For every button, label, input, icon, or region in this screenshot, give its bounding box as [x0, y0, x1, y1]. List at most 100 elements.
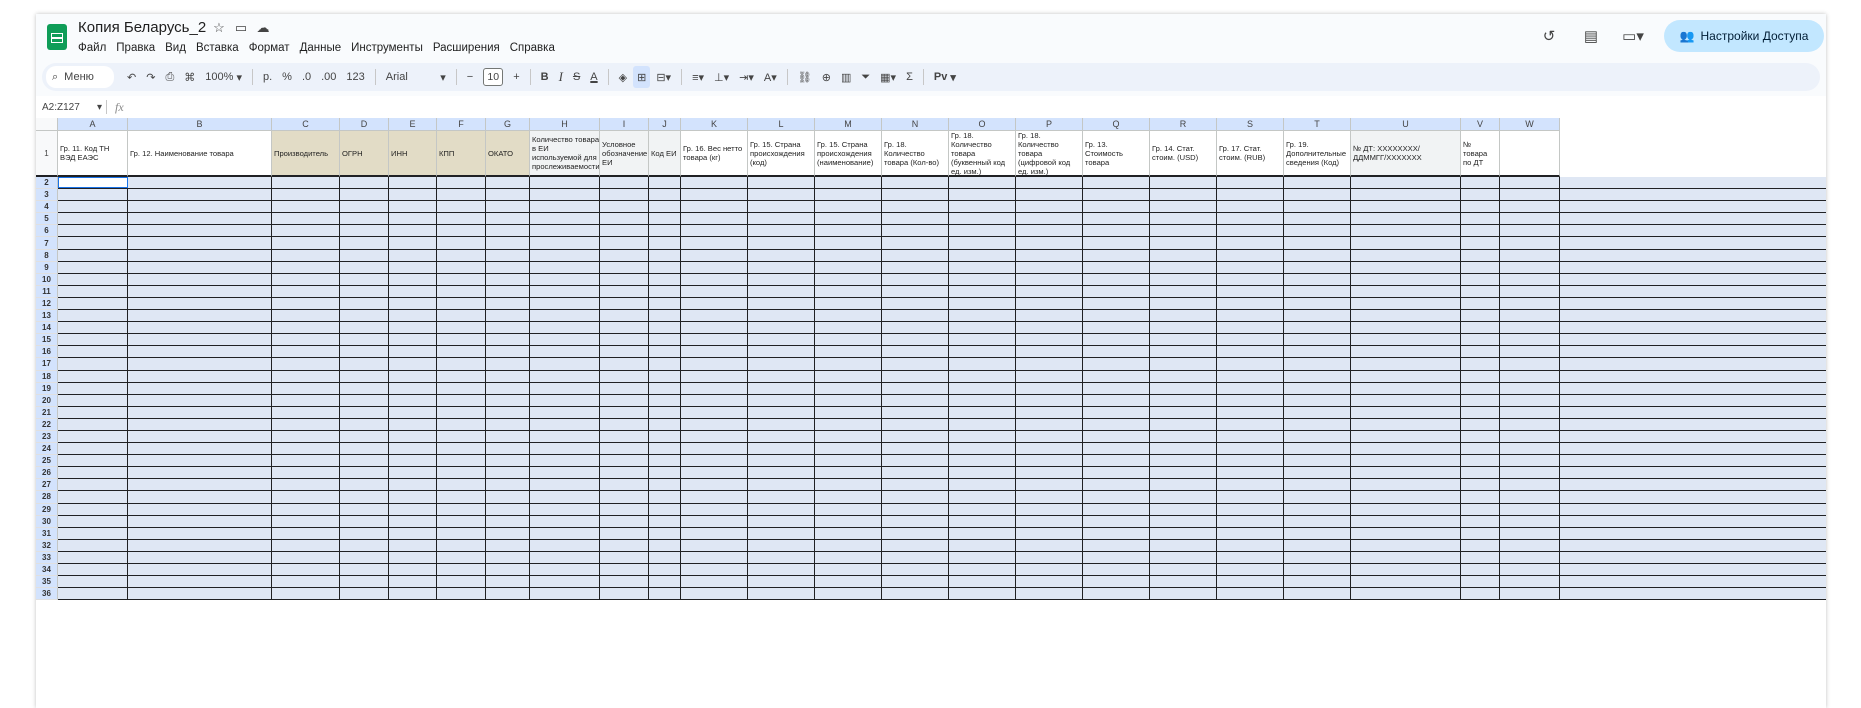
row-cells[interactable] [58, 564, 1826, 577]
vertical-align-icon[interactable]: ⊥▾ [710, 66, 733, 88]
row-cells[interactable] [58, 539, 1826, 552]
row-number[interactable]: 14 [36, 322, 58, 335]
fill-color-icon[interactable]: ◈ [615, 66, 631, 88]
header-cell-v[interactable]: № товара по ДТ [1461, 131, 1500, 177]
column-header-q[interactable]: Q [1083, 118, 1150, 131]
row-cells[interactable] [58, 358, 1826, 371]
column-header-g[interactable]: G [486, 118, 530, 131]
column-header-i[interactable]: I [600, 118, 649, 131]
row-cells[interactable] [58, 394, 1826, 407]
row-number[interactable]: 26 [36, 467, 58, 480]
row-cells[interactable] [58, 443, 1826, 456]
row-number[interactable]: 7 [36, 237, 58, 250]
column-header-w[interactable]: W [1500, 118, 1560, 131]
column-header-e[interactable]: E [389, 118, 437, 131]
menu-help[interactable]: Справка [510, 42, 555, 54]
row-cells[interactable] [58, 418, 1826, 431]
functions-icon[interactable]: Σ [902, 66, 917, 88]
currency-format-button[interactable]: р. [259, 66, 276, 88]
row-cells[interactable] [58, 189, 1826, 202]
row-cells[interactable] [58, 225, 1826, 238]
row-number[interactable]: 12 [36, 297, 58, 311]
row-number[interactable]: 24 [36, 443, 58, 456]
menu-format[interactable]: Формат [249, 42, 290, 54]
column-header-h[interactable]: H [530, 118, 600, 131]
merge-cells-icon[interactable]: ⊟▾ [652, 66, 675, 88]
header-cell-p[interactable]: Гр. 18. Количество товара (цифровой код … [1016, 131, 1083, 177]
menu-extensions[interactable]: Расширения [433, 42, 500, 54]
column-header-n[interactable]: N [882, 118, 949, 131]
row-number[interactable]: 32 [36, 539, 58, 552]
column-header-r[interactable]: R [1150, 118, 1217, 131]
header-cell-l[interactable]: Гр. 15. Страна происхождения (код) [748, 131, 815, 177]
column-header-o[interactable]: O [949, 118, 1016, 131]
row-number[interactable]: 10 [36, 273, 58, 286]
column-header-t[interactable]: T [1284, 118, 1351, 131]
row-cells[interactable] [58, 201, 1826, 214]
active-cell[interactable] [58, 177, 128, 189]
document-title[interactable]: Копия Беларусь_2 [78, 19, 206, 36]
menu-insert[interactable]: Вставка [196, 42, 239, 54]
header-cell-s[interactable]: Гр. 17. Стат. стоим. (RUB) [1217, 131, 1284, 177]
menu-search-button[interactable]: ⌕ Меню [46, 66, 114, 88]
column-header-v[interactable]: V [1461, 118, 1500, 131]
row-number[interactable]: 29 [36, 503, 58, 516]
row-number[interactable]: 28 [36, 491, 58, 504]
row-number[interactable]: 16 [36, 346, 58, 359]
row-number[interactable]: 22 [36, 418, 58, 431]
redo-icon[interactable]: ↷ [142, 66, 159, 88]
percent-format-button[interactable]: % [278, 66, 296, 88]
column-header-c[interactable]: C [272, 118, 340, 131]
select-all-corner[interactable] [36, 118, 58, 131]
row-cells[interactable] [58, 297, 1826, 311]
row-number[interactable]: 1 [36, 131, 58, 177]
borders-icon[interactable]: ⊞ [633, 66, 651, 88]
row-cells[interactable] [58, 491, 1826, 504]
header-cell-r[interactable]: Гр. 14. Стат. стоим. (USD) [1150, 131, 1217, 177]
column-header-m[interactable]: M [815, 118, 882, 131]
column-header-d[interactable]: D [340, 118, 389, 131]
menu-tools[interactable]: Инструменты [351, 42, 423, 54]
row-number[interactable]: 5 [36, 213, 58, 226]
row-cells[interactable] [58, 576, 1826, 589]
comments-icon[interactable]: ▤ [1580, 25, 1602, 47]
header-cell-q[interactable]: Гр. 13. Стоимость товара [1083, 131, 1150, 177]
menu-file[interactable]: Файл [78, 42, 106, 54]
name-box[interactable]: A2:Z127 ▾ [36, 102, 102, 113]
row-cells[interactable] [58, 177, 1826, 190]
row-cells[interactable] [58, 467, 1826, 480]
undo-icon[interactable]: ↶ [123, 66, 140, 88]
row-number[interactable]: 6 [36, 225, 58, 238]
row-number[interactable]: 25 [36, 455, 58, 468]
row-number[interactable]: 13 [36, 310, 58, 323]
row-number[interactable]: 18 [36, 370, 58, 383]
filter-views-icon[interactable]: ▦▾ [876, 66, 900, 88]
font-size-decrease-button[interactable]: − [463, 66, 477, 88]
row-cells[interactable] [58, 503, 1826, 516]
row-number[interactable]: 4 [36, 201, 58, 214]
column-header-j[interactable]: J [649, 118, 681, 131]
column-header-f[interactable]: F [437, 118, 486, 131]
row-number[interactable]: 30 [36, 515, 58, 528]
star-icon[interactable]: ☆ [212, 20, 226, 36]
row-cells[interactable] [58, 370, 1826, 383]
filter-icon[interactable]: ⏷ [857, 66, 874, 88]
header-cell-c[interactable]: Производитель [272, 131, 340, 177]
header-cell-w[interactable] [1500, 131, 1560, 177]
header-cell-a[interactable]: Гр. 11. Код ТН ВЭД ЕАЭС [58, 131, 128, 177]
row-cells[interactable] [58, 213, 1826, 226]
print-icon[interactable]: ⎙ [161, 66, 178, 88]
header-cell-t[interactable]: Гр. 19. Дополнительные сведения (Код) [1284, 131, 1351, 177]
cloud-status-icon[interactable]: ☁ [256, 20, 270, 36]
header-cell-j[interactable]: Код ЕИ [649, 131, 681, 177]
row-cells[interactable] [58, 237, 1826, 250]
row-cells[interactable] [58, 261, 1826, 274]
zoom-select[interactable]: 100% ▾ [201, 66, 246, 88]
history-icon[interactable]: ↺ [1538, 25, 1560, 47]
row-cells[interactable] [58, 273, 1826, 286]
row-cells[interactable] [58, 551, 1826, 564]
row-number[interactable]: 3 [36, 189, 58, 202]
row-number[interactable]: 20 [36, 394, 58, 407]
row-number[interactable]: 34 [36, 564, 58, 577]
row-cells[interactable] [58, 515, 1826, 528]
